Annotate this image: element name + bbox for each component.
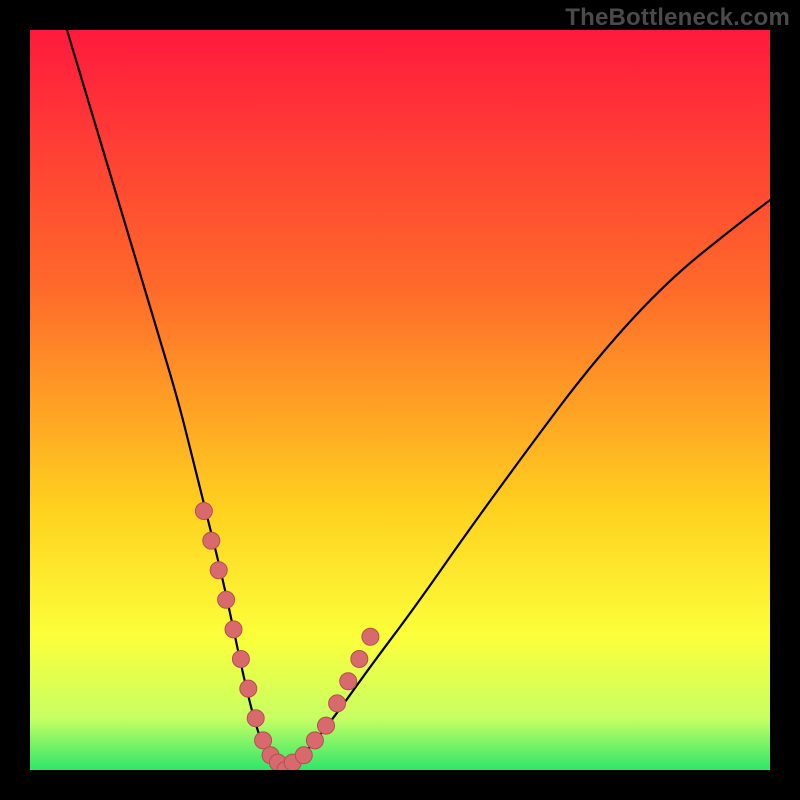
data-dot bbox=[218, 591, 235, 608]
plot-svg bbox=[30, 30, 770, 770]
gradient-background bbox=[30, 30, 770, 770]
data-dot bbox=[247, 710, 264, 727]
app-frame: TheBottleneck.com bbox=[0, 0, 800, 800]
data-dot bbox=[232, 651, 249, 668]
data-dot bbox=[203, 532, 220, 549]
data-dot bbox=[295, 747, 312, 764]
data-dot bbox=[351, 651, 368, 668]
data-dot bbox=[195, 503, 212, 520]
data-dot bbox=[329, 695, 346, 712]
data-dot bbox=[306, 732, 323, 749]
data-dot bbox=[240, 680, 257, 697]
data-dot bbox=[225, 621, 242, 638]
watermark-text: TheBottleneck.com bbox=[565, 4, 790, 32]
plot-area bbox=[30, 30, 770, 770]
data-dot bbox=[362, 628, 379, 645]
data-dot bbox=[210, 562, 227, 579]
data-dot bbox=[340, 673, 357, 690]
data-dot bbox=[318, 717, 335, 734]
